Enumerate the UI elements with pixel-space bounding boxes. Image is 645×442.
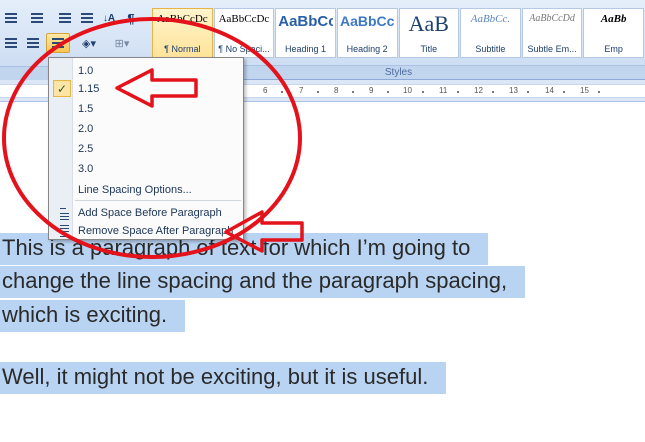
ruler-tick xyxy=(422,91,424,93)
menu-item-spacing-1-0[interactable]: 1.0 xyxy=(50,62,242,79)
ruler-number: 10 xyxy=(403,86,412,95)
show-formatting-button[interactable]: ¶ xyxy=(120,8,142,28)
style-no-spacing[interactable]: AaBbCcDc ¶ No Spaci... xyxy=(213,8,275,58)
style-name: Title xyxy=(420,44,438,54)
style-name: Emp xyxy=(604,44,623,54)
justify-button[interactable] xyxy=(22,33,44,53)
decrease-indent-icon xyxy=(59,13,71,23)
bullets-icon xyxy=(31,13,43,23)
space-before-icon xyxy=(55,206,69,220)
style-subtle-emphasis[interactable]: AaBbCcDd Subtle Em... xyxy=(521,8,583,58)
style-name: Heading 1 xyxy=(285,44,327,54)
menu-item-spacing-1-15[interactable]: ✓ 1.15 xyxy=(50,80,242,97)
ruler-tick xyxy=(492,91,494,93)
line-spacing-button[interactable] xyxy=(46,33,70,53)
ruler-number: 6 xyxy=(263,86,268,95)
sort-button[interactable]: ↓A xyxy=(98,8,120,28)
increase-indent-button[interactable] xyxy=(76,8,98,28)
menu-item-line-spacing-options[interactable]: Line Spacing Options... xyxy=(50,181,242,198)
list-icon xyxy=(5,13,17,23)
ruler-tick xyxy=(352,91,354,93)
selected-text: which is exciting. xyxy=(0,300,186,332)
space-after-icon xyxy=(55,224,69,238)
style-preview: AaBbCcDc xyxy=(218,13,270,25)
paragraph-line[interactable]: which is exciting. xyxy=(0,300,186,332)
align-right-button[interactable] xyxy=(0,33,22,53)
style-preview: AaB xyxy=(408,13,449,35)
multilevel-list-button[interactable] xyxy=(0,8,22,28)
ruler-tick xyxy=(527,91,529,93)
paint-bucket-icon: ◈▾ xyxy=(82,37,96,50)
ruler-tick xyxy=(563,91,565,93)
menu-item-label: Line Spacing Options... xyxy=(78,183,192,196)
ruler-number: 14 xyxy=(545,86,554,95)
ruler-tick xyxy=(387,91,389,93)
menu-item-spacing-2-5[interactable]: 2.5 xyxy=(50,140,242,157)
ruler-tick xyxy=(457,91,459,93)
menu-item-label: Remove Space After Paragraph xyxy=(78,224,234,237)
word-window: ↓A ¶ ◈▾ ⊞▾ Paragraph xyxy=(0,0,645,442)
menu-item-label: 1.15 xyxy=(78,82,100,95)
line-spacing-icon xyxy=(52,38,64,48)
borders-button[interactable]: ⊞▾ xyxy=(108,33,136,53)
ruler-number: 9 xyxy=(369,86,374,95)
menu-item-add-space-before[interactable]: Add Space Before Paragraph xyxy=(50,204,242,221)
style-preview: AaBbCcDc xyxy=(156,13,208,25)
styles-gallery: AaBbCcDc ¶ Normal AaBbCcDc ¶ No Spaci...… xyxy=(152,8,645,58)
style-normal[interactable]: AaBbCcDc ¶ Normal xyxy=(152,8,213,58)
menu-separator xyxy=(75,200,241,201)
ruler-number: 15 xyxy=(580,86,589,95)
style-title[interactable]: AaB Title xyxy=(398,8,460,58)
style-name: Subtle Em... xyxy=(527,44,577,54)
style-heading-1[interactable]: AaBbCc Heading 1 xyxy=(275,8,336,58)
ruler-number: 11 xyxy=(439,86,448,95)
paragraph-line[interactable]: Well, it might not be exciting, but it i… xyxy=(0,362,447,394)
menu-item-label: Add Space Before Paragraph xyxy=(78,206,222,219)
menu-item-remove-space-after[interactable]: Remove Space After Paragraph xyxy=(50,222,242,239)
borders-icon: ⊞▾ xyxy=(114,37,130,50)
style-name: ¶ Normal xyxy=(164,44,201,54)
bullets-dropdown-button[interactable] xyxy=(26,8,48,28)
style-subtitle[interactable]: AaBbCc. Subtitle xyxy=(460,8,521,58)
paragraph-line[interactable]: change the line spacing and the paragrap… xyxy=(0,266,526,298)
selected-text: change the line spacing and the paragrap… xyxy=(0,266,526,298)
sort-icon: ↓A xyxy=(102,12,116,24)
menu-item-spacing-3-0[interactable]: 3.0 xyxy=(50,160,242,177)
style-name: Heading 2 xyxy=(346,44,388,54)
style-preview: AaBbCc xyxy=(339,13,395,29)
style-preview: AaBbCcDd xyxy=(529,13,575,24)
ruler-tick xyxy=(317,91,319,93)
menu-item-label: 2.0 xyxy=(78,122,94,135)
ruler-number: 7 xyxy=(299,86,304,95)
ruler-tick xyxy=(281,91,283,93)
pilcrow-icon: ¶ xyxy=(127,10,135,26)
style-emphasis[interactable]: AaBb Emp xyxy=(583,8,644,58)
style-preview: AaBb xyxy=(600,13,627,25)
ruler-number: 12 xyxy=(474,86,483,95)
increase-indent-icon xyxy=(81,13,93,23)
style-name: Subtitle xyxy=(475,44,506,54)
menu-item-spacing-1-5[interactable]: 1.5 xyxy=(50,100,242,117)
ruler-number: 8 xyxy=(334,86,339,95)
shading-button[interactable]: ◈▾ xyxy=(74,33,104,53)
ruler-tick xyxy=(598,91,600,93)
style-name: ¶ No Spaci... xyxy=(218,44,270,54)
style-preview: AaBbCc. xyxy=(470,13,511,25)
style-preview: AaBbCc xyxy=(278,13,333,30)
align-right-icon xyxy=(5,38,17,48)
menu-item-label: 2.5 xyxy=(78,142,94,155)
style-heading-2[interactable]: AaBbCc Heading 2 xyxy=(336,8,398,58)
checkmark-icon: ✓ xyxy=(53,80,71,97)
menu-item-label: 3.0 xyxy=(78,162,94,175)
selected-text: Well, it might not be exciting, but it i… xyxy=(0,362,447,394)
menu-item-label: 1.5 xyxy=(78,102,94,115)
ruler-number: 13 xyxy=(509,86,518,95)
menu-item-label: 1.0 xyxy=(78,64,94,77)
menu-item-spacing-2-0[interactable]: 2.0 xyxy=(50,120,242,137)
line-spacing-menu: 1.0 ✓ 1.15 1.5 2.0 2.5 3.0 Line Spacing … xyxy=(48,57,244,240)
decrease-indent-button[interactable] xyxy=(54,8,76,28)
justify-icon xyxy=(27,38,39,48)
